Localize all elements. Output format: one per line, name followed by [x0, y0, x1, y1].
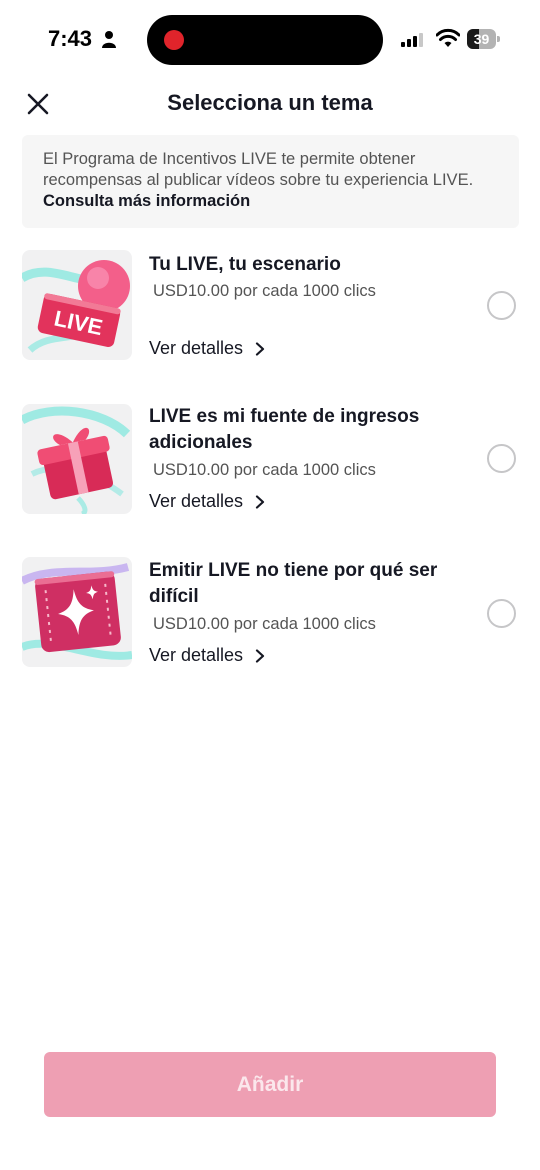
incentive-info-box: El Programa de Incentivos LIVE te permit… — [22, 135, 519, 228]
topic-title: Tu LIVE, tu escenario — [149, 254, 341, 275]
add-button[interactable]: Añadir — [44, 1052, 496, 1117]
topic-radio[interactable] — [487, 599, 516, 628]
status-bar: 7:43 39 — [0, 0, 540, 80]
details-label: Ver detalles — [149, 338, 244, 358]
chevron-right-icon — [255, 341, 265, 356]
person-icon — [102, 31, 116, 48]
wifi-icon — [436, 28, 460, 47]
topic-item[interactable]: LIVE es mi fuente de ingresos adicionale… — [0, 404, 540, 519]
info-text: El Programa de Incentivos LIVE te permit… — [43, 150, 474, 189]
topic-radio[interactable] — [487, 291, 516, 320]
topic-item[interactable]: Emitir LIVE no tiene por qué ser difícil… — [0, 557, 540, 672]
chevron-right-icon — [255, 494, 265, 509]
details-label: Ver detalles — [149, 491, 244, 511]
topic-radio[interactable] — [487, 444, 516, 473]
dynamic-island — [147, 15, 383, 65]
battery-level: 39 — [473, 31, 490, 47]
details-link[interactable]: Ver detalles — [149, 338, 265, 359]
page-title: Selecciona un tema — [167, 90, 373, 115]
gift-icon — [22, 406, 131, 514]
topic-title: Emitir LIVE no tiene por qué ser difícil — [149, 560, 438, 607]
topic-price: USD10.00 por cada 1000 clics — [153, 282, 376, 300]
battery-icon: 39 — [467, 29, 501, 49]
topic-item[interactable]: LIVE Tu LIVE, tu escenario USD10.00 por … — [0, 250, 540, 365]
topic-thumbnail: LIVE — [22, 250, 132, 360]
topic-title: LIVE es mi fuente de ingresos adicionale… — [149, 406, 420, 453]
topic-thumbnail — [22, 557, 132, 667]
details-link[interactable]: Ver detalles — [149, 645, 265, 666]
status-time: 7:43 — [48, 26, 93, 51]
topic-selection-screen: 7:43 39 Selecciona un tema El Programa d… — [0, 0, 540, 1170]
signal-icon — [401, 33, 423, 47]
details-link[interactable]: Ver detalles — [149, 491, 265, 512]
more-info-link[interactable]: Consulta más información — [43, 192, 250, 210]
topic-price: USD10.00 por cada 1000 clics — [153, 461, 376, 479]
details-label: Ver detalles — [149, 645, 244, 665]
topic-thumbnail — [22, 404, 132, 514]
topic-price: USD10.00 por cada 1000 clics — [153, 615, 376, 633]
sparkle-film-icon — [22, 563, 132, 660]
recording-indicator — [164, 30, 184, 50]
chevron-right-icon — [255, 648, 265, 663]
live-badge-icon: LIVE — [22, 260, 130, 353]
